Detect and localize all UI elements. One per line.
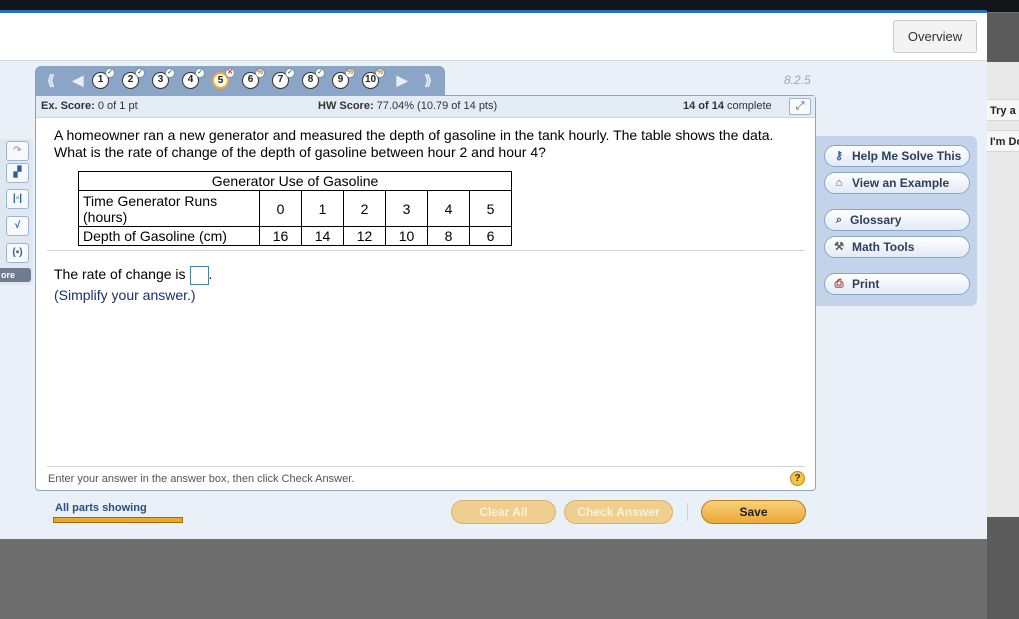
partial-status-icon: % xyxy=(375,68,385,78)
header-bar xyxy=(0,13,987,61)
glossary-button[interactable]: ⌕ Glossary xyxy=(824,209,970,231)
absolute-value-icon[interactable]: |▫| xyxy=(6,189,29,209)
answer-prompt: The rate of change is xyxy=(54,266,186,283)
magnifier-icon: ⌕ xyxy=(835,214,843,226)
view-example-button[interactable]: ⌂ View an Example xyxy=(824,172,970,194)
help-icon[interactable]: ? xyxy=(790,471,805,486)
background-tab-im-done: I'm Do xyxy=(987,130,1019,152)
homework-score-value: 77.04% (10.79 of 14 pts) xyxy=(376,100,498,112)
correct-status-icon: ✓ xyxy=(315,68,325,78)
depth-cell: 10 xyxy=(385,226,428,246)
clear-all-button[interactable]: Clear All xyxy=(451,500,556,524)
homework-score-label: HW Score: xyxy=(318,100,374,112)
exercise-score-value: 0 of 1 pt xyxy=(97,100,138,112)
score-bar: Ex. Score: 0 of 1 pt HW Score: 77.04% (1… xyxy=(36,96,815,118)
last-question-icon[interactable]: ⟫ xyxy=(418,72,438,89)
first-question-icon[interactable]: ⟪ xyxy=(41,72,61,89)
time-cell: 5 xyxy=(469,190,512,227)
time-cell: 0 xyxy=(259,190,302,227)
answer-input[interactable] xyxy=(189,266,209,285)
correct-status-icon: ✓ xyxy=(135,68,145,78)
correct-status-icon: ✓ xyxy=(195,68,205,78)
background-tab-try: Try a xyxy=(987,99,1019,121)
depth-cell: 16 xyxy=(259,226,302,246)
parts-showing-label: All parts showing xyxy=(55,502,147,514)
answer-line: The rate of change is. xyxy=(54,266,212,285)
previous-question-icon[interactable]: ◀ xyxy=(68,72,88,89)
view-example-label: View an Example xyxy=(852,176,950,190)
math-tools-button[interactable]: ⚒ Math Tools xyxy=(824,236,970,258)
math-tools-label: Math Tools xyxy=(852,240,915,254)
partial-status-icon: % xyxy=(345,68,355,78)
help-me-solve-button[interactable]: ⚷ Help Me Solve This xyxy=(824,145,970,167)
depth-cell: 14 xyxy=(301,226,344,246)
check-answer-button[interactable]: Check Answer xyxy=(564,500,673,524)
section-number: 8.2.5 xyxy=(784,73,811,87)
hint-divider xyxy=(47,466,805,467)
house-icon: ⌂ xyxy=(835,177,843,189)
correct-status-icon: ✓ xyxy=(165,68,175,78)
partial-status-icon: % xyxy=(255,68,265,78)
depth-cell: 12 xyxy=(343,226,386,246)
homework-score: HW Score: 77.04% (10.79 of 14 pts) xyxy=(318,100,497,112)
completion-status: 14 of 14 complete xyxy=(683,100,772,112)
lower-background xyxy=(0,539,987,619)
exercise-score-label: Ex. Score: xyxy=(41,100,95,112)
time-cell: 2 xyxy=(343,190,386,227)
depth-cell: 6 xyxy=(469,226,512,246)
data-table: Generator Use of Gasoline Time Generator… xyxy=(78,171,512,246)
simplify-instruction: (Simplify your answer.) xyxy=(54,287,196,303)
table-title: Generator Use of Gasoline xyxy=(78,171,512,191)
print-button[interactable]: ⎙ Print xyxy=(824,273,970,295)
expand-window-icon[interactable]: ⤢ xyxy=(789,98,811,115)
key-icon: ⚷ xyxy=(834,150,844,162)
printer-icon: ⎙ xyxy=(834,278,844,290)
print-label: Print xyxy=(852,277,880,291)
redo-icon[interactable]: ↷ xyxy=(6,141,29,161)
save-button[interactable]: Save xyxy=(701,500,806,524)
correct-status-icon: ✓ xyxy=(285,68,295,78)
next-question-icon[interactable]: ▶ xyxy=(392,72,412,89)
exercise-score: Ex. Score: 0 of 1 pt xyxy=(41,100,138,112)
depth-cell: 8 xyxy=(427,226,470,246)
completion-count: 14 of 14 xyxy=(683,100,724,112)
overview-button[interactable]: Overview xyxy=(893,20,977,53)
completion-label: complete xyxy=(727,100,772,112)
time-cell: 1 xyxy=(301,190,344,227)
time-cell: 3 xyxy=(385,190,428,227)
parts-progress-bar xyxy=(53,517,183,523)
sqrt-icon[interactable]: √ xyxy=(6,216,29,236)
glossary-label: Glossary xyxy=(850,213,902,227)
question-divider xyxy=(47,250,805,251)
correct-status-icon: ✓ xyxy=(105,68,115,78)
help-me-solve-label: Help Me Solve This xyxy=(852,149,962,163)
time-row-label: Time Generator Runs (hours) xyxy=(78,190,260,227)
question-text: A homeowner ran a new generator and meas… xyxy=(54,127,774,160)
instruction-hint: Enter your answer in the answer box, the… xyxy=(48,473,355,485)
ordered-pair-icon[interactable]: (▪) xyxy=(6,243,29,263)
incorrect-status-icon: ✕ xyxy=(225,68,235,78)
footer-separator xyxy=(687,503,688,521)
tools-icon: ⚒ xyxy=(834,241,844,253)
more-tools-button[interactable]: ore xyxy=(0,268,31,282)
math-palette: ↷ ▞ |▫| √ (▪) xyxy=(0,139,33,285)
answer-suffix: . xyxy=(208,266,213,283)
fraction-icon[interactable]: ▞ xyxy=(6,163,29,183)
time-cell: 4 xyxy=(427,190,470,227)
depth-row-label: Depth of Gasoline (cm) xyxy=(78,226,260,246)
